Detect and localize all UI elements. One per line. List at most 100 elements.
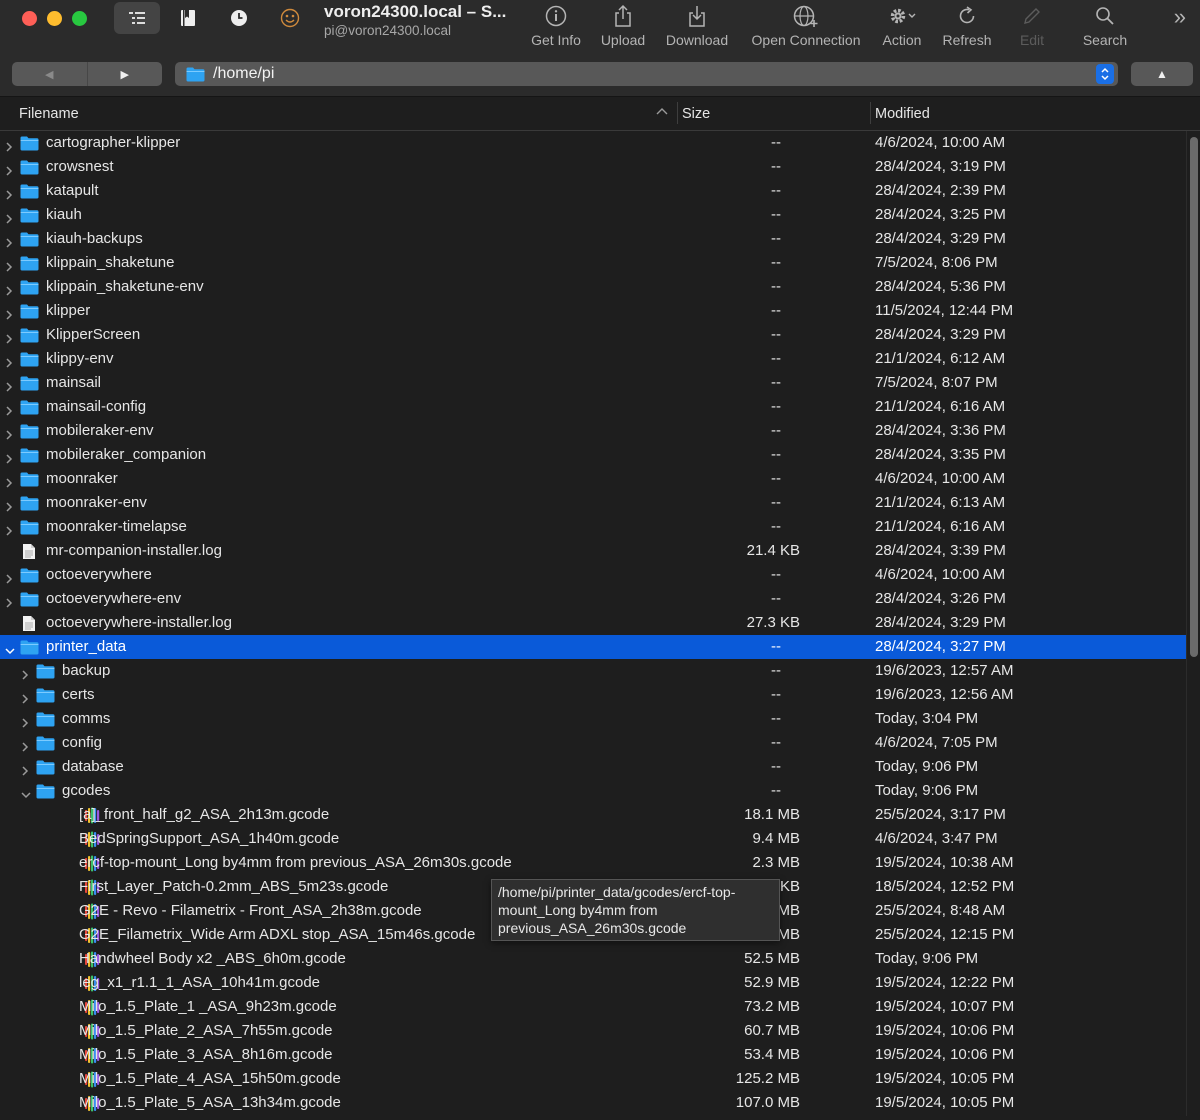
folder-row[interactable]: octoeverywhere-env -- 28/4/2024, 3:26 PM bbox=[0, 587, 1186, 611]
file-row[interactable]: mr-companion-installer.log 21.4 KB 28/4/20… bbox=[0, 539, 1186, 563]
file-size: -- bbox=[771, 254, 781, 271]
disclosure-collapsed-chevron-icon[interactable] bbox=[4, 353, 14, 368]
disclosure-collapsed-chevron-icon[interactable] bbox=[4, 593, 14, 608]
folder-row[interactable]: database -- Today, 9:06 PM bbox=[0, 755, 1186, 779]
action-button[interactable]: Action bbox=[876, 2, 928, 48]
file-modified-date: 25/5/2024, 3:17 PM bbox=[875, 806, 1006, 823]
open-connection-button[interactable]: Open Connection bbox=[746, 2, 866, 48]
bookmarks-button[interactable] bbox=[165, 2, 211, 34]
disclosure-collapsed-chevron-icon[interactable] bbox=[4, 377, 14, 392]
folder-row[interactable]: printer_data -- 28/4/2024, 3:27 PM bbox=[0, 635, 1186, 659]
disclosure-collapsed-chevron-icon[interactable] bbox=[4, 329, 14, 344]
column-divider[interactable] bbox=[677, 102, 678, 124]
download-button[interactable]: Download bbox=[663, 2, 731, 48]
path-selector[interactable]: /home/pi bbox=[175, 62, 1118, 86]
disclosure-collapsed-chevron-icon[interactable] bbox=[4, 305, 14, 320]
folder-row[interactable]: moonraker-env -- 21/1/2024, 6:13 AM bbox=[0, 491, 1186, 515]
column-divider[interactable] bbox=[870, 102, 871, 124]
folder-row[interactable]: KlipperScreen -- 28/4/2024, 3:29 PM bbox=[0, 323, 1186, 347]
search-button[interactable]: Search bbox=[1078, 2, 1132, 48]
file-row[interactable]: Milo_1.5_Plate_5_ASA_13h34m.gcode 107.0 M… bbox=[0, 1091, 1186, 1115]
folder-row[interactable]: mainsail-config -- 21/1/2024, 6:16 AM bbox=[0, 395, 1186, 419]
folder-row[interactable]: moonraker -- 4/6/2024, 10:00 AM bbox=[0, 467, 1186, 491]
disclosure-collapsed-chevron-icon[interactable] bbox=[4, 473, 14, 488]
toolbar-overflow-chevron-icon[interactable]: » bbox=[1174, 4, 1186, 30]
bonjour-button[interactable] bbox=[267, 2, 313, 34]
disclosure-collapsed-chevron-icon[interactable] bbox=[4, 209, 14, 224]
parent-directory-button[interactable]: ▲ bbox=[1131, 62, 1193, 86]
folder-row[interactable]: gcodes -- Today, 9:06 PM bbox=[0, 779, 1186, 803]
file-row[interactable]: Milo_1.5_Plate_4_ASA_15h50m.gcode 125.2 M… bbox=[0, 1067, 1186, 1091]
file-row[interactable]: Milo_1.5_Plate_3_ASA_8h16m.gcode 53.4 MB 1… bbox=[0, 1043, 1186, 1067]
file-size: 2.3 MB bbox=[752, 854, 800, 871]
folder-row[interactable]: octoeverywhere -- 4/6/2024, 10:00 AM bbox=[0, 563, 1186, 587]
file-size: -- bbox=[771, 710, 781, 727]
folder-row[interactable]: mobileraker_companion -- 28/4/2024, 3:35 P… bbox=[0, 443, 1186, 467]
disclosure-collapsed-chevron-icon[interactable] bbox=[4, 161, 14, 176]
disclosure-collapsed-chevron-icon[interactable] bbox=[4, 281, 14, 296]
size-column-header[interactable]: Size bbox=[682, 106, 710, 122]
disclosure-collapsed-chevron-icon[interactable] bbox=[4, 497, 14, 512]
disclosure-collapsed-chevron-icon[interactable] bbox=[4, 185, 14, 200]
folder-row[interactable]: mainsail -- 7/5/2024, 8:07 PM bbox=[0, 371, 1186, 395]
back-button[interactable]: ◀ bbox=[12, 62, 88, 86]
file-name: kiauh-backups bbox=[46, 230, 143, 247]
search-icon bbox=[1096, 7, 1114, 25]
folder-row[interactable]: backup -- 19/6/2023, 12:57 AM bbox=[0, 659, 1186, 683]
disclosure-expanded-chevron-icon[interactable] bbox=[20, 785, 31, 799]
disclosure-collapsed-chevron-icon[interactable] bbox=[20, 737, 30, 752]
folder-row[interactable]: mobileraker-env -- 28/4/2024, 3:36 PM bbox=[0, 419, 1186, 443]
folder-row[interactable]: crowsnest -- 28/4/2024, 3:19 PM bbox=[0, 155, 1186, 179]
file-row[interactable]: BedSpringSupport_ASA_1h40m.gcode 9.4 MB 4/… bbox=[0, 827, 1186, 851]
vertical-scrollbar[interactable] bbox=[1186, 131, 1200, 1116]
folder-row[interactable]: moonraker-timelapse -- 21/1/2024, 6:16 AM bbox=[0, 515, 1186, 539]
disclosure-collapsed-chevron-icon[interactable] bbox=[20, 665, 30, 680]
close-window-button[interactable] bbox=[22, 11, 37, 26]
file-row[interactable]: [a]_front_half_g2_ASA_2h13m.gcode 18.1 MB… bbox=[0, 803, 1186, 827]
folder-row[interactable]: klippy-env -- 21/1/2024, 6:12 AM bbox=[0, 347, 1186, 371]
disclosure-expanded-chevron-icon[interactable] bbox=[4, 641, 15, 655]
disclosure-collapsed-chevron-icon[interactable] bbox=[20, 713, 30, 728]
history-button[interactable] bbox=[216, 2, 262, 34]
outline-view-button[interactable] bbox=[114, 2, 160, 34]
disclosure-collapsed-chevron-icon[interactable] bbox=[4, 569, 14, 584]
folder-row[interactable]: cartographer-klipper -- 4/6/2024, 10:00 AM bbox=[0, 131, 1186, 155]
folder-row[interactable]: certs -- 19/6/2023, 12:56 AM bbox=[0, 683, 1186, 707]
zoom-window-button[interactable] bbox=[72, 11, 87, 26]
file-row[interactable]: octoeverywhere-installer.log 27.3 KB 28/4/… bbox=[0, 611, 1186, 635]
folder-row[interactable]: kiauh -- 28/4/2024, 3:25 PM bbox=[0, 203, 1186, 227]
file-name: printer_data bbox=[46, 638, 127, 655]
file-row[interactable]: Milo_1.5_Plate_2_ASA_7h55m.gcode 60.7 MB 1… bbox=[0, 1019, 1186, 1043]
folder-row[interactable]: katapult -- 28/4/2024, 2:39 PM bbox=[0, 179, 1186, 203]
folder-row[interactable]: config -- 4/6/2024, 7:05 PM bbox=[0, 731, 1186, 755]
folder-row[interactable]: klipper -- 11/5/2024, 12:44 PM bbox=[0, 299, 1186, 323]
folder-row[interactable]: klippain_shaketune-env -- 28/4/2024, 5:36 … bbox=[0, 275, 1186, 299]
refresh-button[interactable]: Refresh bbox=[938, 2, 996, 48]
disclosure-collapsed-chevron-icon[interactable] bbox=[4, 257, 14, 272]
scrollbar-thumb[interactable] bbox=[1190, 137, 1198, 657]
disclosure-collapsed-chevron-icon[interactable] bbox=[20, 689, 30, 704]
folder-row[interactable]: klippain_shaketune -- 7/5/2024, 8:06 PM bbox=[0, 251, 1186, 275]
filename-column-header[interactable]: Filename bbox=[19, 106, 79, 122]
disclosure-collapsed-chevron-icon[interactable] bbox=[4, 401, 14, 416]
folder-row[interactable]: comms -- Today, 3:04 PM bbox=[0, 707, 1186, 731]
folder-row[interactable]: kiauh-backups -- 28/4/2024, 3:29 PM bbox=[0, 227, 1186, 251]
file-row[interactable]: Milo_1.5_Plate_1 _ASA_9h23m.gcode 73.2 MB… bbox=[0, 995, 1186, 1019]
file-row[interactable]: Handwheel Body x2 _ABS_6h0m.gcode 52.5 MB… bbox=[0, 947, 1186, 971]
disclosure-collapsed-chevron-icon[interactable] bbox=[4, 425, 14, 440]
path-popup-stepper-icon[interactable] bbox=[1096, 64, 1114, 84]
disclosure-collapsed-chevron-icon[interactable] bbox=[4, 137, 14, 152]
get-info-button[interactable]: Get Info bbox=[526, 2, 586, 48]
disclosure-collapsed-chevron-icon[interactable] bbox=[4, 521, 14, 536]
file-row[interactable]: leg_x1_r1.1_1_ASA_10h41m.gcode 52.9 MB 19/… bbox=[0, 971, 1186, 995]
bookmark-book-icon bbox=[181, 10, 195, 26]
minimize-window-button[interactable] bbox=[47, 11, 62, 26]
edit-button[interactable]: Edit bbox=[1012, 2, 1052, 48]
disclosure-collapsed-chevron-icon[interactable] bbox=[4, 233, 14, 248]
upload-button[interactable]: Upload bbox=[596, 2, 650, 48]
file-row[interactable]: ercf-top-mount_Long by4mm from previous_… bbox=[0, 851, 1186, 875]
forward-button[interactable]: ▶ bbox=[88, 62, 163, 86]
disclosure-collapsed-chevron-icon[interactable] bbox=[20, 761, 30, 776]
disclosure-collapsed-chevron-icon[interactable] bbox=[4, 449, 14, 464]
modified-column-header[interactable]: Modified bbox=[875, 106, 930, 122]
